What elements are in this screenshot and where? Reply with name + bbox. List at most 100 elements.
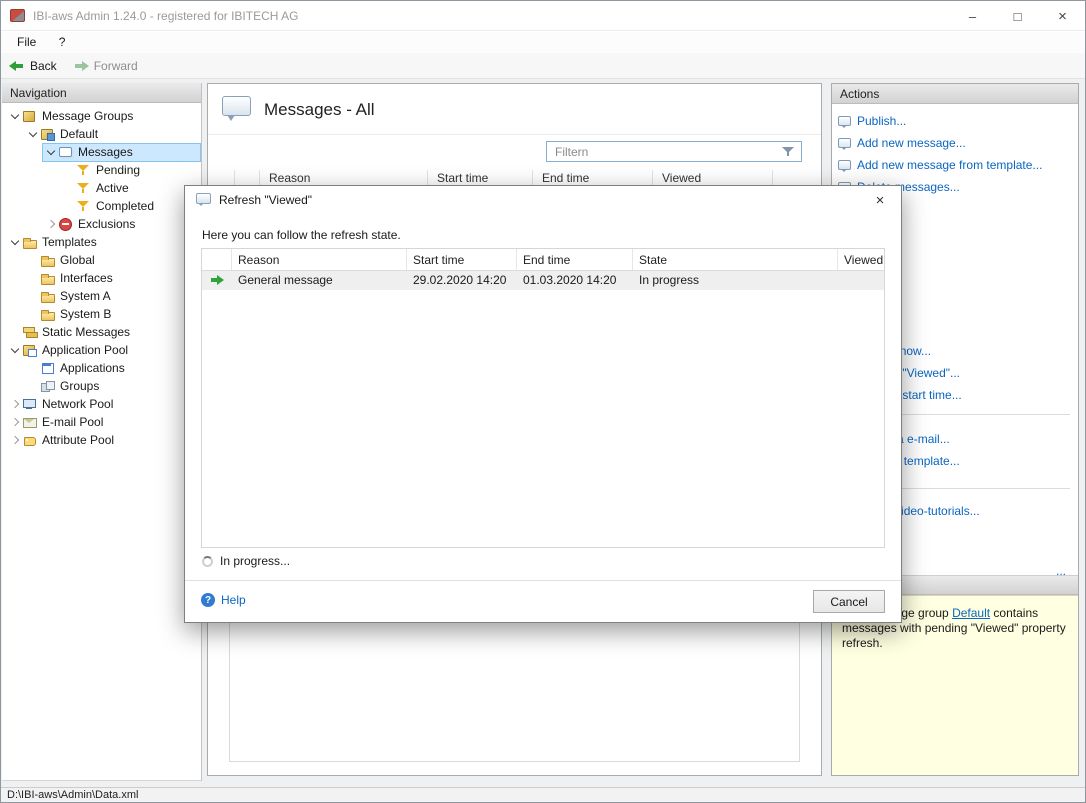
action-icon — [838, 159, 852, 172]
column-start-time[interactable]: Start time — [407, 249, 517, 270]
forward-button[interactable]: Forward — [65, 56, 146, 76]
message-group-icon — [40, 127, 56, 141]
action-label: Add new message... — [857, 136, 966, 150]
tree-item-applications[interactable]: Applications — [2, 359, 201, 377]
tree-item-groups[interactable]: Groups — [2, 377, 201, 395]
filter-input[interactable] — [547, 145, 781, 159]
tree-item-messages[interactable]: Messages — [2, 143, 201, 161]
chevron-collapsed-icon[interactable] — [8, 419, 22, 425]
column-end-time[interactable]: End time — [517, 249, 633, 270]
action-icon — [838, 137, 852, 150]
chevron-expanded-icon[interactable] — [44, 151, 58, 154]
column-divider — [652, 170, 653, 185]
chevron-collapsed-icon[interactable] — [44, 221, 58, 227]
back-button[interactable]: Back — [1, 56, 65, 76]
message-groups-icon — [22, 109, 38, 123]
exclusions-icon — [58, 217, 74, 231]
tree-item-interfaces[interactable]: Interfaces — [2, 269, 201, 287]
tree-item-network-pool[interactable]: Network Pool — [2, 395, 201, 413]
tree-item-completed[interactable]: Completed — [2, 197, 201, 215]
chevron-expanded-icon[interactable] — [8, 349, 22, 352]
attribute-pool-icon — [22, 433, 38, 447]
dialog-close-button[interactable]: × — [859, 186, 901, 214]
column-end-time[interactable]: End time — [542, 171, 589, 185]
tree-item-templates[interactable]: Templates — [2, 233, 201, 251]
default-group-link[interactable]: Default — [952, 606, 990, 620]
action-add-new-message[interactable]: Add new message... — [838, 134, 966, 152]
column-viewed[interactable]: Viewed — [662, 171, 701, 185]
chevron-collapsed-icon[interactable] — [8, 437, 22, 443]
email-pool-icon — [22, 415, 38, 429]
tree-item-exclusions[interactable]: Exclusions — [2, 215, 201, 233]
navigation-panel: Navigation Message Groups Default Messag… — [2, 83, 202, 781]
action-add-new-message-from-template[interactable]: Add new message from template... — [838, 156, 1042, 174]
cell-start-time: 29.02.2020 14:20 — [407, 271, 517, 290]
chevron-collapsed-icon[interactable] — [8, 401, 22, 407]
cell-end-time: 01.03.2020 14:20 — [517, 271, 633, 290]
table-row[interactable]: General message 29.02.2020 14:20 01.03.2… — [202, 271, 884, 290]
navigation-header: Navigation — [2, 83, 201, 103]
navigation-tree: Message Groups Default Messages Pending — [2, 103, 201, 449]
column-start-time[interactable]: Start time — [437, 171, 488, 185]
menubar: File ? — [1, 32, 1085, 53]
back-arrow-icon — [9, 61, 25, 71]
chevron-expanded-icon[interactable] — [8, 115, 22, 118]
tree-label: Attribute Pool — [38, 433, 118, 447]
titlebar: IBI-aws Admin 1.24.0 - registered for IB… — [1, 1, 1085, 31]
dialog-status: In progress... — [202, 554, 290, 568]
cancel-button[interactable]: Cancel — [813, 590, 885, 613]
tree-label: Global — [56, 253, 99, 267]
dialog-intro-text: Here you can follow the refresh state. — [202, 228, 401, 242]
column-state[interactable]: State — [633, 249, 838, 270]
column-reason[interactable]: Reason — [232, 249, 407, 270]
help-link[interactable]: Help — [201, 593, 246, 607]
tree-item-pending[interactable]: Pending — [2, 161, 201, 179]
app-icon — [10, 9, 25, 22]
column-viewed[interactable]: Viewed — [838, 249, 884, 270]
folder-icon — [40, 253, 56, 267]
tree-item-application-pool[interactable]: Application Pool — [2, 341, 201, 359]
tree-item-attribute-pool[interactable]: Attribute Pool — [2, 431, 201, 449]
tree-label: System A — [56, 289, 115, 303]
action-publish[interactable]: Publish... — [838, 112, 906, 130]
static-messages-icon — [22, 325, 38, 339]
tree-item-default[interactable]: Default — [2, 125, 201, 143]
tree-item-email-pool[interactable]: E-mail Pool — [2, 413, 201, 431]
action-label: Publish... — [857, 114, 906, 128]
close-button[interactable]: × — [1040, 1, 1085, 31]
menu-file[interactable]: File — [8, 32, 45, 52]
column-divider — [259, 170, 260, 185]
dialog-title: Refresh "Viewed" — [219, 193, 312, 207]
row-icon-cell — [202, 271, 232, 290]
column-divider — [532, 170, 533, 185]
tree-label: Static Messages — [38, 325, 134, 339]
tree-label: Interfaces — [56, 271, 117, 285]
dialog-footer: Help Cancel — [185, 580, 901, 622]
status-text: In progress... — [220, 554, 290, 568]
page-title: Messages - All — [264, 100, 375, 120]
tree-item-message-groups[interactable]: Message Groups — [2, 107, 201, 125]
tree-item-static-messages[interactable]: Static Messages — [2, 323, 201, 341]
action-label: Add new message from template... — [857, 158, 1042, 172]
tree-item-active[interactable]: Active — [2, 179, 201, 197]
funnel-icon — [76, 181, 92, 195]
chevron-expanded-icon[interactable] — [8, 241, 22, 244]
maximize-button[interactable]: □ — [995, 1, 1040, 31]
in-progress-arrow-icon — [210, 275, 224, 286]
folder-icon — [40, 307, 56, 321]
chevron-expanded-icon[interactable] — [26, 133, 40, 136]
action-icon — [838, 115, 852, 128]
spinner-icon — [202, 556, 213, 567]
help-label: Help — [221, 593, 246, 607]
back-label: Back — [30, 59, 57, 73]
minimize-button[interactable]: – — [950, 1, 995, 31]
table-header-row: Reason Start time End time State Viewed — [202, 249, 884, 271]
tree-item-global[interactable]: Global — [2, 251, 201, 269]
window-controls: – □ × — [950, 1, 1085, 31]
menu-help[interactable]: ? — [50, 32, 75, 52]
filter-funnel-icon[interactable] — [781, 145, 796, 158]
tree-item-system-b[interactable]: System B — [2, 305, 201, 323]
refresh-state-table: Reason Start time End time State Viewed … — [201, 248, 885, 548]
tree-item-system-a[interactable]: System A — [2, 287, 201, 305]
column-reason[interactable]: Reason — [269, 171, 310, 185]
